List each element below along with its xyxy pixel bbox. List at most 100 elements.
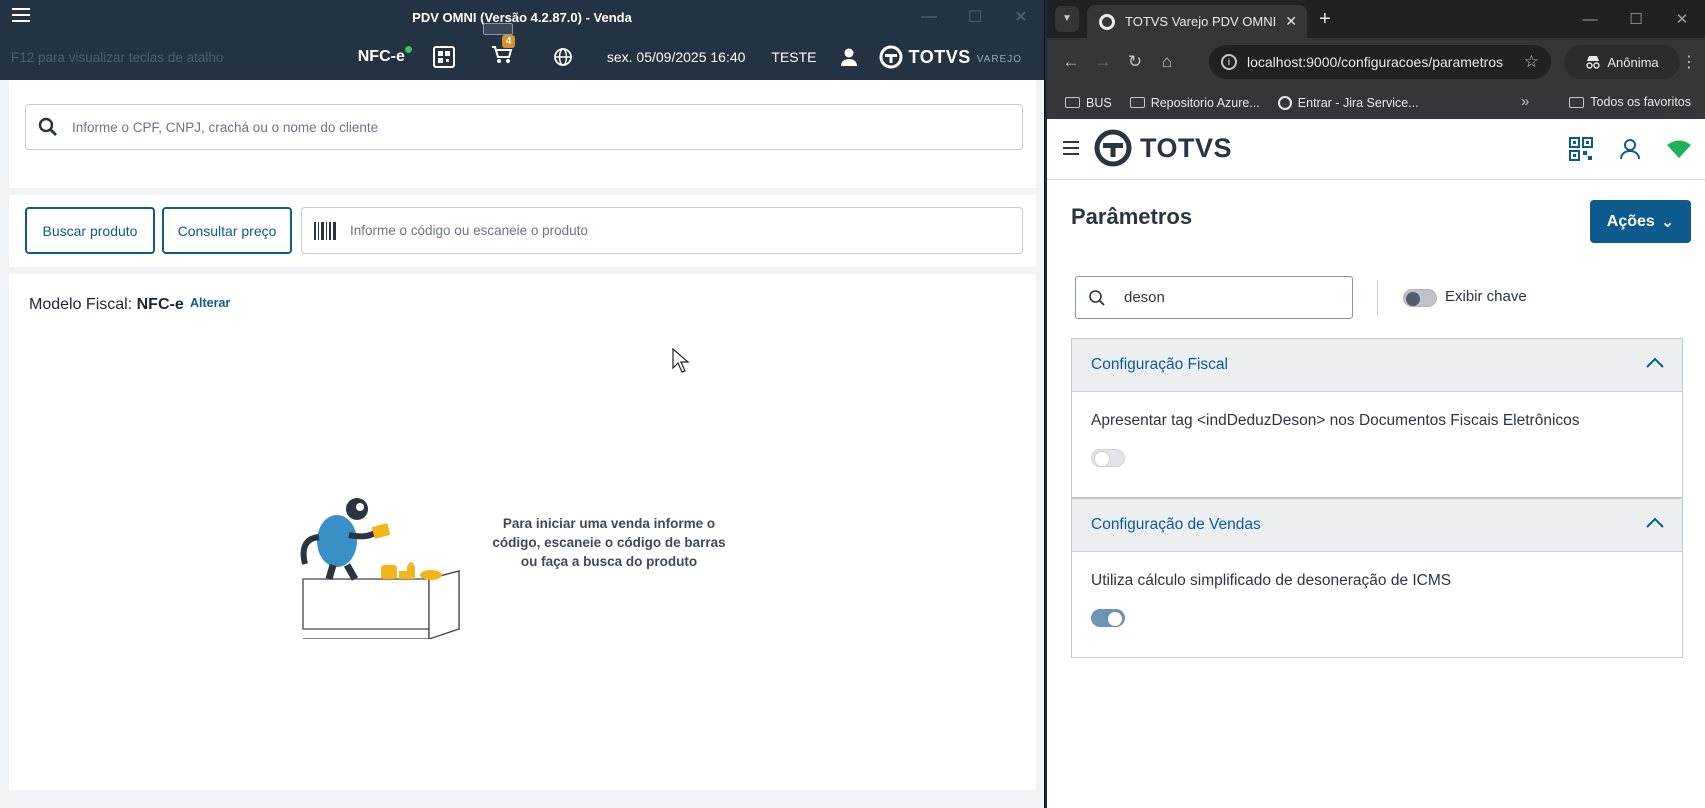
user-icon[interactable] (839, 47, 859, 67)
app-menu-icon[interactable] (1063, 141, 1079, 159)
section-body: Utiliza cálculo simplificado de desonera… (1072, 552, 1682, 657)
show-key-toggle[interactable] (1403, 289, 1437, 307)
maximize-button[interactable]: ☐ (952, 7, 998, 27)
totvs-logo-icon (879, 45, 903, 69)
cart-button[interactable]: 4 (482, 22, 516, 70)
parameter-label: Utiliza cálculo simplificado de desonera… (1091, 572, 1452, 589)
shortcut-hint: F12 para visualizar teclas de atalho (11, 50, 224, 65)
parameter-toggle-on[interactable] (1091, 609, 1125, 627)
consultar-preco-button[interactable]: Consultar preço (162, 207, 292, 254)
totvs-favicon-icon (1099, 13, 1115, 30)
folder-icon (1065, 97, 1080, 108)
url-text: localhost:9000/configuracoes/parametros (1247, 54, 1504, 70)
incognito-icon (1586, 56, 1601, 69)
section-header[interactable]: Configuração de Vendas (1072, 499, 1682, 552)
chevron-up-icon[interactable] (1646, 357, 1664, 369)
product-code-placeholder: Informe o código ou escaneie o produto (350, 223, 588, 238)
cart-count-badge: 4 (501, 34, 516, 48)
home-icon[interactable]: ⌂ (1151, 52, 1183, 72)
section-header[interactable]: Configuração Fiscal (1072, 339, 1682, 392)
client-panel: Informe o CPF, CNPJ, crachá ou o nome do… (9, 80, 1036, 188)
search-value: deson (1124, 289, 1165, 306)
reload-icon[interactable]: ↻ (1119, 52, 1151, 72)
tab-close-icon[interactable]: ✕ (1285, 13, 1297, 30)
brand-sub: VAREJO (976, 54, 1022, 65)
totvs-logo-icon (1094, 129, 1132, 167)
back-arrow-icon[interactable]: ← (1055, 52, 1087, 72)
profile-label: Anônima (1607, 54, 1659, 70)
user-label: TESTE (771, 49, 817, 65)
cart-tooltip (482, 22, 513, 35)
browser-toolbar: ← → ↻ ⌂ i localhost:9000/configuracoes/p… (1047, 38, 1705, 86)
qr-scan-icon[interactable] (1569, 137, 1593, 161)
fiscal-doc-indicator[interactable]: NFC-e (358, 46, 412, 66)
parameter-search-input[interactable]: deson (1075, 276, 1353, 319)
window-title: PDV OMNI (Versão 4.2.87.0) - Venda (412, 9, 632, 25)
hamburger-menu-icon[interactable] (12, 8, 30, 26)
new-tab-button[interactable]: + (1319, 8, 1331, 31)
folder-icon (1129, 97, 1145, 108)
browser-window: ▼ TOTVS Varejo PDV OMNI ✕ + — ☐ ✕ ← → ↻ … (1047, 0, 1705, 808)
pdv-header: F12 para visualizar teclas de atalho NFC… (0, 22, 1044, 80)
client-search-placeholder: Informe o CPF, CNPJ, crachá ou o nome do… (72, 119, 379, 135)
forward-arrow-icon[interactable]: → (1087, 52, 1119, 72)
all-bookmarks-item[interactable]: Todos os favoritos (1569, 95, 1691, 109)
app-header: TOTVS (1047, 119, 1705, 180)
alterar-link[interactable]: Alterar (190, 296, 230, 310)
actions-button[interactable]: Ações ⌄ (1590, 200, 1691, 243)
app-brand: TOTVS (1140, 132, 1233, 163)
close-button[interactable]: ✕ (998, 7, 1044, 27)
bookmark-star-icon[interactable]: ☆ (1524, 52, 1539, 72)
browser-maximize-button[interactable]: ☐ (1613, 10, 1659, 28)
more-options-icon[interactable]: ⋮ (1681, 52, 1697, 72)
divider (1377, 280, 1378, 315)
tab-bar: ▼ TOTVS Varejo PDV OMNI ✕ + — ☐ ✕ (1047, 0, 1705, 38)
totvs-varejo-logo: TOTVS VAREJO (879, 45, 1022, 69)
pdv-window: PDV OMNI (Versão 4.2.87.0) - Venda — ☐ ✕… (0, 0, 1045, 808)
chevron-up-icon[interactable] (1646, 517, 1664, 529)
active-tab[interactable]: TOTVS Varejo PDV OMNI ✕ (1087, 5, 1307, 38)
address-bar[interactable]: i localhost:9000/configuracoes/parametro… (1209, 45, 1551, 79)
pdv-titlebar: PDV OMNI (Versão 4.2.87.0) - Venda — ☐ ✕ (0, 0, 1044, 34)
empty-cart-illustration (300, 498, 460, 639)
parameter-label: Apresentar tag <indDeduzDeson> nos Docum… (1091, 412, 1580, 429)
user-icon[interactable] (1619, 138, 1641, 160)
section-configuracao-vendas: Configuração de Vendas Utiliza cálculo s… (1071, 498, 1683, 658)
fiscal-model: Modelo Fiscal: NFC-e (29, 296, 184, 313)
bookmark-item[interactable]: BUS (1065, 96, 1112, 110)
browser-close-button[interactable]: ✕ (1659, 10, 1705, 28)
product-code-input[interactable]: Informe o código ou escaneie o produto (301, 207, 1023, 254)
tab-title: TOTVS Varejo PDV OMNI (1125, 14, 1277, 29)
bookmarks-bar: BUS Repositorio Azure... Entrar - Jira S… (1047, 86, 1705, 119)
more-bookmarks-icon[interactable]: » (1521, 93, 1529, 110)
status-dot (404, 46, 412, 53)
cart-icon (491, 45, 513, 63)
qr-code-icon[interactable] (432, 46, 455, 68)
section-title: Configuração de Vendas (1091, 516, 1261, 533)
empty-sale-message: Para iniciar uma venda informe o código,… (492, 516, 726, 569)
section-title: Configuração Fiscal (1091, 356, 1228, 373)
bookmark-item[interactable]: Repositorio Azure... (1129, 96, 1260, 110)
client-search-input[interactable]: Informe o CPF, CNPJ, crachá ou o nome do… (25, 104, 1023, 150)
buscar-produto-button[interactable]: Buscar produto (25, 207, 155, 254)
barcode-icon (314, 221, 336, 240)
tab-search-button[interactable]: ▼ (1055, 6, 1079, 32)
totvs-logo: TOTVS (1094, 129, 1232, 167)
sale-panel: Modelo Fiscal: NFC-e Alterar Para inicia… (9, 274, 1036, 790)
fiscal-model-value: NFC-e (136, 296, 184, 313)
minimize-button[interactable]: — (906, 8, 952, 26)
page-title: Parâmetros (1071, 204, 1193, 229)
parameter-toggle-off[interactable] (1091, 449, 1125, 467)
site-info-icon[interactable]: i (1221, 54, 1237, 70)
show-key-label: Exibir chave (1445, 288, 1527, 305)
chevron-down-icon: ⌄ (1660, 213, 1675, 231)
globe-icon[interactable] (553, 47, 573, 67)
browser-minimize-button[interactable]: — (1567, 11, 1613, 28)
incognito-profile-button[interactable]: Anônima (1564, 45, 1680, 79)
bookmark-item[interactable]: Entrar - Jira Service... (1277, 95, 1419, 110)
section-configuracao-fiscal: Configuração Fiscal Apresentar tag <indD… (1071, 338, 1683, 498)
jira-icon (1277, 95, 1292, 110)
brand-name: TOTVS (908, 46, 971, 67)
datetime: sex. 05/09/2025 16:40 (606, 49, 746, 65)
search-icon (38, 117, 57, 136)
